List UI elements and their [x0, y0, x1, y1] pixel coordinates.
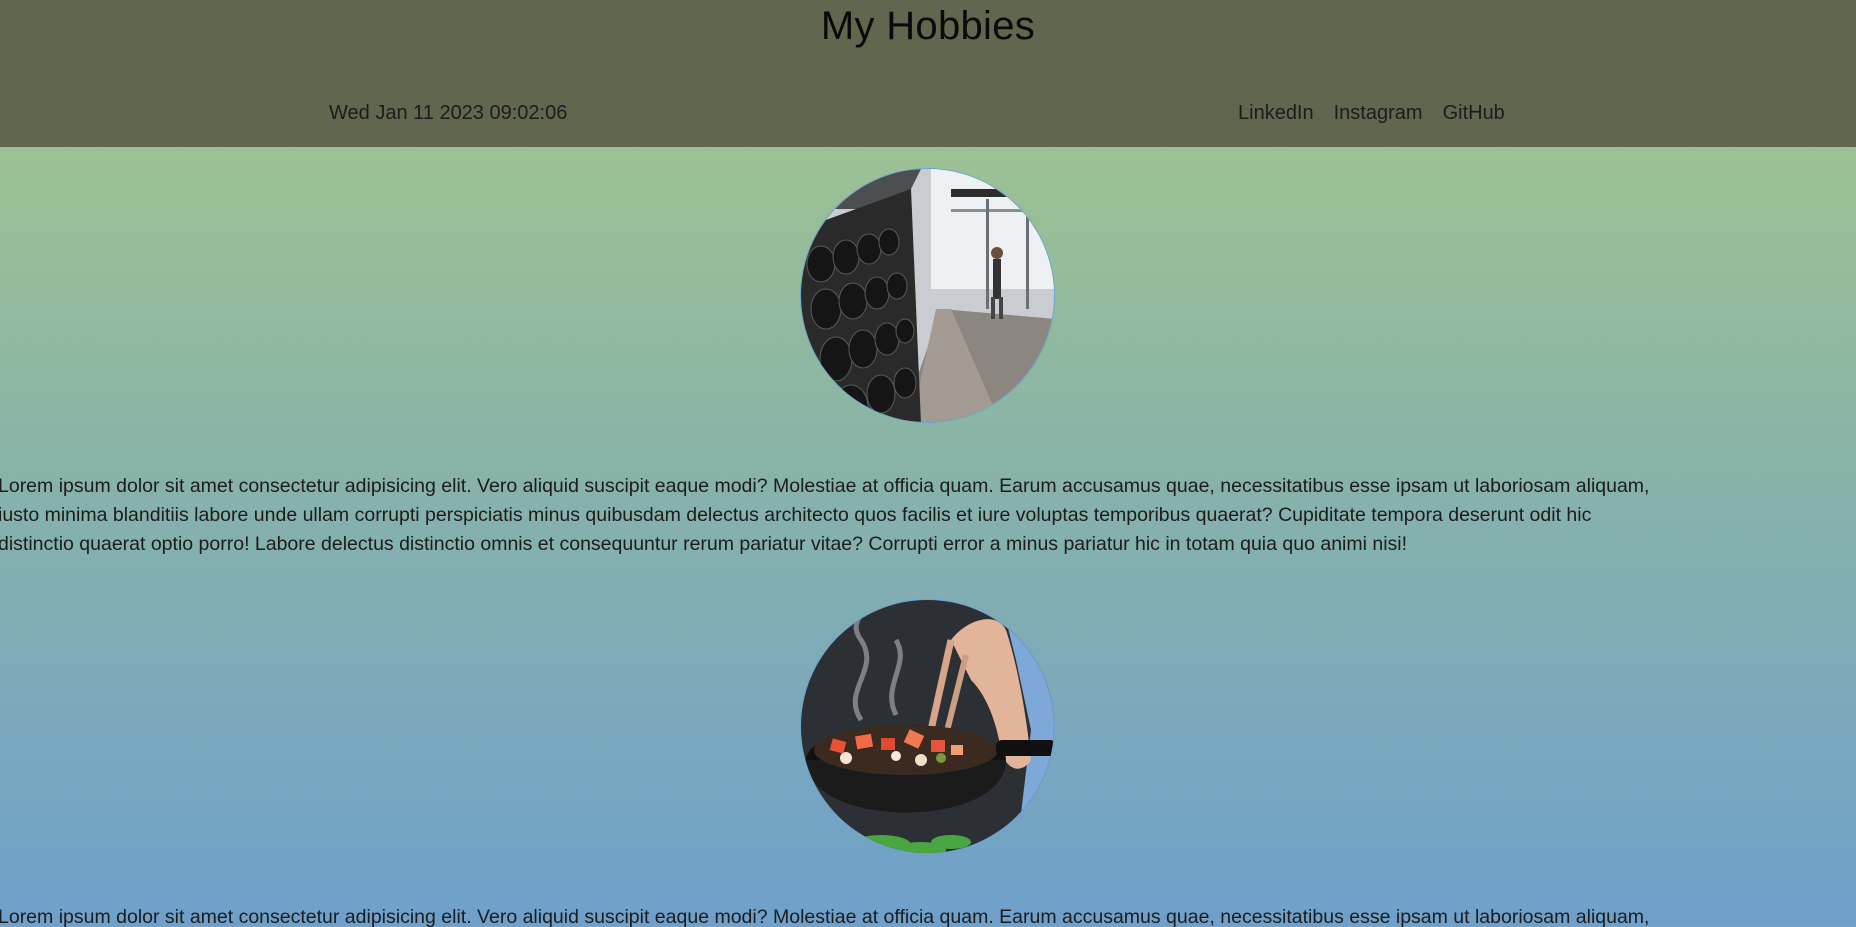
- linkedin-link[interactable]: LinkedIn: [1238, 100, 1314, 126]
- page-title: My Hobbies: [820, 4, 1036, 48]
- social-nav: LinkedIn Instagram GitHub: [1238, 100, 1505, 126]
- gym-hobby-image: [800, 168, 1055, 423]
- github-link[interactable]: GitHub: [1443, 100, 1505, 126]
- instagram-link[interactable]: Instagram: [1334, 100, 1423, 126]
- gym-hobby-description: Lorem ipsum dolor sit amet consectetur a…: [0, 475, 1650, 555]
- cooking-hobby-description: Lorem ipsum dolor sit amet consectetur a…: [0, 906, 1650, 927]
- site-header: My Hobbies Wed Jan 11 2023 09:02:06 Link…: [0, 0, 1856, 147]
- cooking-hobby-image: [800, 599, 1055, 854]
- current-datetime: Wed Jan 11 2023 09:02:06: [329, 102, 568, 124]
